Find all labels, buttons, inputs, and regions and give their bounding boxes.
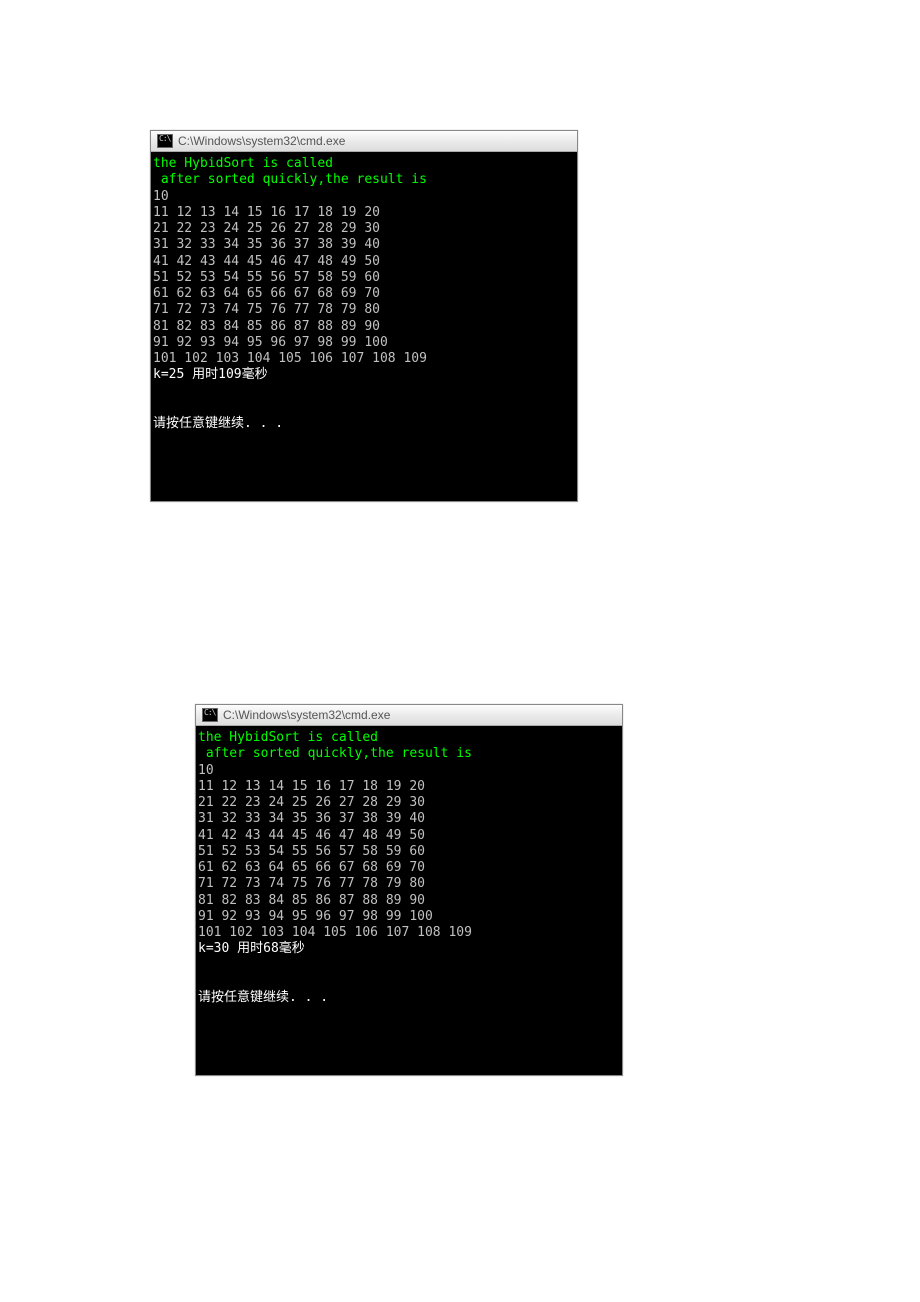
- terminal-output-line: 31 32 33 34 35 36 37 38 39 40: [198, 811, 620, 827]
- cmd-window-1[interactable]: C:\Windows\system32\cmd.exe the HybidSor…: [150, 130, 578, 502]
- terminal-output-line: 请按任意键继续. . .: [198, 990, 620, 1006]
- terminal-output-line: 71 72 73 74 75 76 77 78 79 80: [198, 876, 620, 892]
- terminal-blank-line: [153, 432, 575, 448]
- terminal-blank-line: [153, 400, 575, 416]
- terminal-output-line: after sorted quickly,the result is: [153, 172, 575, 188]
- terminal-output-line: 71 72 73 74 75 76 77 78 79 80: [153, 302, 575, 318]
- terminal-output-line: 61 62 63 64 65 66 67 68 69 70: [198, 860, 620, 876]
- terminal-output-line: 81 82 83 84 85 86 87 88 89 90: [198, 893, 620, 909]
- terminal-blank-line: [153, 384, 575, 400]
- terminal-output-line: 81 82 83 84 85 86 87 88 89 90: [153, 319, 575, 335]
- terminal-output-line: 21 22 23 24 25 26 27 28 29 30: [198, 795, 620, 811]
- terminal-body-1[interactable]: the HybidSort is called after sorted qui…: [151, 152, 577, 501]
- terminal-output-line: 请按任意键继续. . .: [153, 416, 575, 432]
- terminal-blank-line: [198, 974, 620, 990]
- titlebar-2[interactable]: C:\Windows\system32\cmd.exe: [196, 705, 622, 726]
- terminal-output-line: after sorted quickly,the result is: [198, 746, 620, 762]
- terminal-blank-line: [153, 465, 575, 481]
- terminal-blank-line: [153, 449, 575, 465]
- cmd-window-2[interactable]: C:\Windows\system32\cmd.exe the HybidSor…: [195, 704, 623, 1076]
- terminal-blank-line: [198, 1023, 620, 1039]
- terminal-output-line: the HybidSort is called: [153, 156, 575, 172]
- terminal-output-line: 91 92 93 94 95 96 97 98 99 100: [198, 909, 620, 925]
- terminal-output-line: 10: [153, 189, 575, 205]
- cmd-icon: [157, 134, 173, 148]
- cmd-icon: [202, 708, 218, 722]
- terminal-output-line: 101 102 103 104 105 106 107 108 109: [198, 925, 620, 941]
- terminal-blank-line: [198, 1039, 620, 1055]
- window-title-2: C:\Windows\system32\cmd.exe: [223, 708, 390, 722]
- terminal-output-line: the HybidSort is called: [198, 730, 620, 746]
- terminal-output-line: 101 102 103 104 105 106 107 108 109: [153, 351, 575, 367]
- terminal-output-line: 31 32 33 34 35 36 37 38 39 40: [153, 237, 575, 253]
- titlebar-1[interactable]: C:\Windows\system32\cmd.exe: [151, 131, 577, 152]
- terminal-blank-line: [198, 958, 620, 974]
- terminal-output-line: 11 12 13 14 15 16 17 18 19 20: [153, 205, 575, 221]
- terminal-output-line: 51 52 53 54 55 56 57 58 59 60: [153, 270, 575, 286]
- terminal-output-line: 41 42 43 44 45 46 47 48 49 50: [153, 254, 575, 270]
- terminal-blank-line: [198, 1006, 620, 1022]
- terminal-blank-line: [198, 1055, 620, 1071]
- terminal-blank-line: [153, 481, 575, 497]
- terminal-output-line: 41 42 43 44 45 46 47 48 49 50: [198, 828, 620, 844]
- terminal-output-line: 91 92 93 94 95 96 97 98 99 100: [153, 335, 575, 351]
- terminal-output-line: 21 22 23 24 25 26 27 28 29 30: [153, 221, 575, 237]
- terminal-output-line: 51 52 53 54 55 56 57 58 59 60: [198, 844, 620, 860]
- terminal-output-line: k=25 用时109毫秒: [153, 367, 575, 383]
- terminal-output-line: 10: [198, 763, 620, 779]
- terminal-output-line: 61 62 63 64 65 66 67 68 69 70: [153, 286, 575, 302]
- terminal-output-line: 11 12 13 14 15 16 17 18 19 20: [198, 779, 620, 795]
- window-title-1: C:\Windows\system32\cmd.exe: [178, 134, 345, 148]
- terminal-output-line: k=30 用时68毫秒: [198, 941, 620, 957]
- terminal-body-2[interactable]: the HybidSort is called after sorted qui…: [196, 726, 622, 1075]
